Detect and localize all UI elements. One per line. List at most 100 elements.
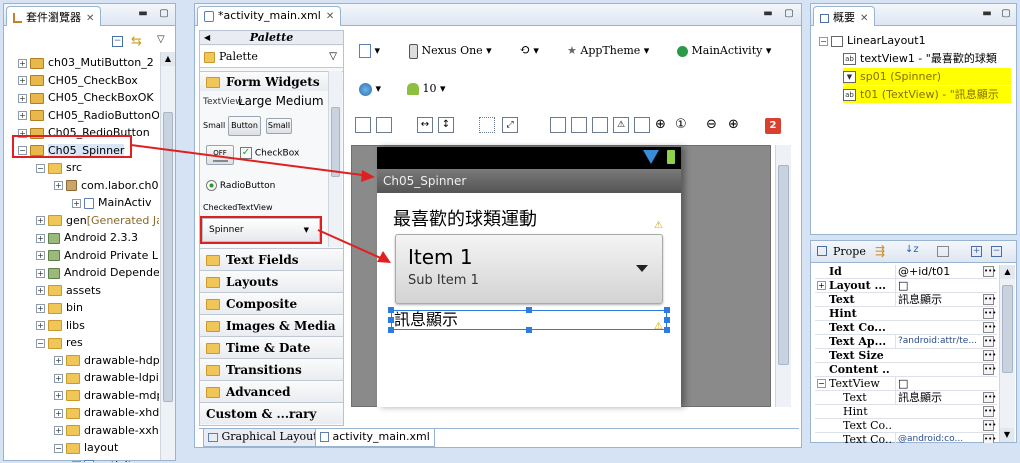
maximize-icon[interactable]: ▢ bbox=[158, 8, 170, 20]
ellipsis-button[interactable]: ••• bbox=[983, 434, 996, 443]
properties-scroll-thumb[interactable] bbox=[1002, 285, 1013, 373]
close-icon[interactable]: ✕ bbox=[86, 13, 94, 24]
close-icon[interactable]: ✕ bbox=[326, 11, 334, 22]
tree-item[interactable]: + assets bbox=[36, 282, 101, 299]
ellipsis-button[interactable]: ••• bbox=[983, 308, 996, 319]
expand-toggle-icon[interactable]: + bbox=[54, 408, 63, 418]
expand-toggle-icon[interactable]: − bbox=[54, 443, 63, 453]
widget-checkbox[interactable]: ✓ CheckBox bbox=[240, 147, 299, 159]
palette-back-icon[interactable]: ◀ bbox=[204, 31, 210, 44]
tab-package-explorer[interactable]: 套件瀏覽器 ✕ bbox=[6, 6, 102, 26]
tree-item[interactable]: + CH05_CheckBox bbox=[18, 72, 138, 89]
ellipsis-button[interactable]: ••• bbox=[983, 364, 996, 375]
preview-icon-2[interactable] bbox=[571, 117, 587, 133]
expand-toggle-icon[interactable]: + bbox=[36, 268, 45, 278]
expand-toggle-icon[interactable]: + bbox=[18, 93, 27, 103]
tree-item[interactable]: + drawable-xhdp bbox=[54, 404, 159, 421]
filter-icon[interactable]: ⇶ bbox=[875, 244, 885, 258]
advanced-icon[interactable] bbox=[937, 246, 949, 257]
tree-item[interactable]: + ch03_MutiButton_2 bbox=[18, 54, 154, 71]
tree-item[interactable]: − src bbox=[36, 159, 82, 176]
tree-item[interactable]: + libs bbox=[36, 317, 85, 334]
property-row[interactable]: Text Co... ••• bbox=[815, 419, 997, 433]
expand-toggle-icon[interactable]: − bbox=[817, 379, 826, 388]
warning-toggle-icon[interactable]: ⚠ bbox=[613, 117, 629, 133]
tree-item[interactable]: + Android Private Li bbox=[36, 247, 159, 264]
expand-toggle-icon[interactable]: + bbox=[18, 58, 27, 68]
outline-item[interactable]: − LinearLayout1 bbox=[819, 32, 926, 49]
close-icon[interactable]: ✕ bbox=[860, 13, 868, 24]
ellipsis-button[interactable]: ••• bbox=[983, 336, 996, 347]
tree-item[interactable]: + Android 2.3.3 bbox=[36, 229, 138, 246]
heading-textview[interactable]: 最喜歡的球類運動 bbox=[393, 205, 537, 231]
property-row[interactable]: Hint ••• bbox=[815, 307, 997, 321]
selection-handle[interactable] bbox=[388, 317, 394, 323]
expand-toggle-icon[interactable]: + bbox=[54, 426, 63, 435]
widget-toggle-button[interactable]: OFF bbox=[206, 145, 234, 165]
device-selector[interactable]: Nexus One ▾ bbox=[409, 40, 492, 62]
widget-small-button[interactable]: Small bbox=[266, 118, 292, 134]
expand-all-icon[interactable]: + bbox=[971, 246, 982, 257]
capture-icon[interactable] bbox=[634, 117, 650, 133]
tree-item[interactable]: − Ch05_Spinner bbox=[18, 142, 125, 159]
spinner-preview[interactable]: Item 1 Sub Item 1 bbox=[395, 234, 663, 304]
expand-toggle-icon[interactable]: + bbox=[18, 111, 27, 120]
palette-category[interactable]: Advanced bbox=[200, 380, 343, 402]
tree-item[interactable]: + drawable-mdp bbox=[54, 387, 159, 404]
preview-icon-1[interactable] bbox=[550, 117, 566, 133]
tree-item[interactable]: + activity_m bbox=[72, 457, 155, 462]
minimize-icon[interactable]: ▬ bbox=[137, 8, 149, 20]
maximize-icon[interactable]: ▢ bbox=[783, 8, 795, 20]
layout-vertical-icon[interactable] bbox=[376, 117, 392, 133]
tree-item[interactable]: + drawable-hdpi bbox=[54, 352, 159, 369]
property-row[interactable]: Id @+id/t01 ••• bbox=[815, 265, 997, 279]
selection-handle[interactable] bbox=[664, 307, 670, 313]
preview-icon-3[interactable] bbox=[592, 117, 608, 133]
palette-category[interactable]: Layouts bbox=[200, 270, 343, 292]
widget-checkedtextview[interactable]: CheckedTextView bbox=[203, 203, 273, 212]
palette-category[interactable]: Images & Media bbox=[200, 314, 343, 336]
expand-toggle-icon[interactable]: + bbox=[36, 321, 45, 330]
ellipsis-button[interactable]: ••• bbox=[983, 420, 996, 431]
tree-item[interactable]: + drawable-ldpi bbox=[54, 369, 159, 386]
tab-graphical-layout[interactable]: Graphical Layout bbox=[203, 429, 323, 447]
expand-toggle-icon[interactable]: − bbox=[36, 163, 45, 173]
tree-item[interactable]: + drawable-xxhd bbox=[54, 422, 159, 439]
palette-category-form-widgets[interactable]: Form Widgets bbox=[200, 71, 343, 91]
outline-item[interactable]: ab t01 (TextView) - "訊息顯示 bbox=[843, 86, 1011, 103]
resize-icon[interactable]: ⤢ bbox=[502, 117, 518, 133]
property-row[interactable]: Hint ••• bbox=[815, 405, 997, 419]
property-value[interactable]: 訊息顯示 bbox=[895, 391, 981, 404]
expand-toggle-icon[interactable]: + bbox=[36, 233, 45, 243]
ellipsis-button[interactable]: ••• bbox=[983, 266, 996, 277]
api-level-selector[interactable]: 10 ▾ bbox=[407, 78, 446, 100]
ellipsis-button[interactable]: ••• bbox=[983, 406, 996, 417]
selection-handle[interactable] bbox=[664, 327, 670, 333]
orientation-button[interactable]: ⟲ ▾ bbox=[519, 40, 539, 62]
property-row[interactable]: Text Co... ••• bbox=[815, 321, 997, 335]
layout-file-button[interactable]: ▾ bbox=[359, 40, 380, 62]
expand-toggle-icon[interactable]: + bbox=[54, 391, 63, 400]
expand-toggle-icon[interactable]: + bbox=[54, 181, 63, 190]
outline-item[interactable]: ▼ sp01 (Spinner) bbox=[843, 68, 1011, 85]
property-value[interactable]: ?android:attr/te... bbox=[895, 335, 981, 348]
palette-selector[interactable]: Palette ▽ bbox=[200, 46, 343, 68]
widget-large-medium[interactable]: Large Medium bbox=[238, 94, 324, 108]
tree-item[interactable]: + com.labor.ch0 bbox=[54, 177, 159, 194]
expand-toggle-icon[interactable]: + bbox=[36, 216, 45, 225]
expand-toggle-icon[interactable]: + bbox=[18, 128, 27, 138]
tree-item[interactable]: + Ch05_RedioButton bbox=[18, 124, 150, 141]
tree-item[interactable]: + CH05_CheckBoxOK bbox=[18, 89, 154, 106]
scroll-up-icon[interactable]: ▲ bbox=[161, 52, 175, 66]
scroll-thumb[interactable] bbox=[163, 112, 173, 402]
fill-width-icon[interactable]: ↔ bbox=[417, 117, 433, 133]
property-value[interactable]: @+id/t01 bbox=[895, 265, 981, 278]
canvas-scrollbar[interactable] bbox=[775, 145, 791, 407]
property-row[interactable]: Text 訊息顯示 ••• bbox=[815, 391, 997, 405]
property-row[interactable]: Text Ap... ?android:attr/te... ••• bbox=[815, 335, 997, 349]
palette-category[interactable]: Composite bbox=[200, 292, 343, 314]
palette-scroll-thumb[interactable] bbox=[331, 107, 340, 177]
zoom-100-icon[interactable]: ① bbox=[675, 117, 687, 132]
expand-toggle-icon[interactable]: + bbox=[817, 281, 826, 290]
property-value[interactable]: @android:co... bbox=[895, 433, 981, 443]
